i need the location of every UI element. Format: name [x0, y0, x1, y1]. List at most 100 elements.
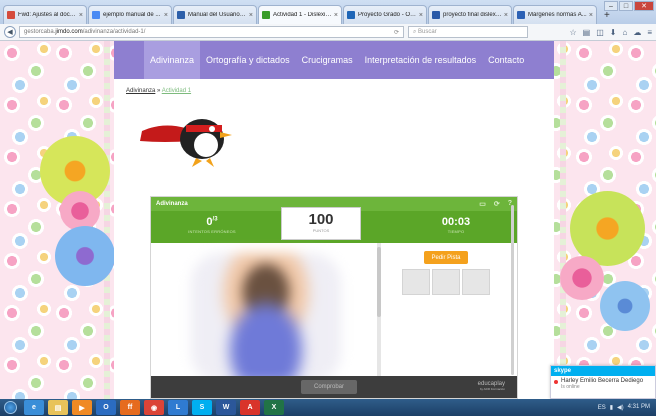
minimize-button[interactable]: –: [604, 1, 618, 11]
check-button[interactable]: Comprobar: [301, 380, 357, 394]
download-icon[interactable]: ⬇: [610, 28, 617, 37]
lync-icon[interactable]: L: [168, 400, 188, 415]
search-placeholder: Buscar: [418, 29, 437, 35]
browser-tab[interactable]: Márgenes normas A... ×: [513, 5, 597, 24]
site-nav-item[interactable]: Contacto: [482, 41, 530, 79]
penguin-superhero-image: [140, 119, 232, 167]
browser-tab-label: Márgenes normas A...: [528, 12, 587, 18]
pocket-icon[interactable]: ◫: [596, 28, 604, 37]
fullscreen-icon[interactable]: ▭: [479, 200, 486, 208]
decor-stripe-left: [104, 41, 110, 399]
browser-tab-label: ejemplo manual de ...: [103, 12, 161, 18]
close-tab-icon[interactable]: ×: [504, 12, 508, 19]
volume-icon[interactable]: ◀): [617, 404, 624, 411]
site-nav-item[interactable]: Ortografía y dictados: [200, 41, 296, 79]
system-tray: ES ▮ ◀) 4:31 PM: [594, 404, 656, 411]
browser-tab[interactable]: Actividad 1 - Dislexia... ×: [258, 5, 342, 24]
ie-icon[interactable]: e: [24, 400, 44, 415]
search-input[interactable]: ⌕ Buscar: [408, 26, 528, 38]
browser-tab[interactable]: Proyecto Grado - On... ×: [343, 5, 427, 24]
new-tab-button[interactable]: +: [598, 10, 616, 24]
skype-contact-status: Is online: [561, 384, 580, 390]
browser-tab-label: Proyecto Grado - On...: [358, 12, 417, 18]
close-tab-icon[interactable]: ×: [79, 12, 83, 19]
game-title: Adivinanza: [156, 201, 188, 207]
time-value: 00:03: [441, 216, 471, 228]
gmail-icon: [7, 11, 15, 19]
site-nav-item[interactable]: Interpretación de resultados: [359, 41, 483, 79]
docs-icon: [177, 11, 185, 19]
google-icon: [92, 11, 100, 19]
taskbar-apps: e ▤ ▶ Off ◉ L S W A X: [20, 400, 284, 415]
skype-ext-icon[interactable]: ☁: [633, 28, 641, 37]
answer-letter-slot[interactable]: [462, 269, 490, 295]
windows-taskbar: e ▤ ▶ Off ◉ L S W A X ES ▮ ◀) 4:31 PM: [0, 399, 656, 416]
start-button[interactable]: [0, 399, 20, 416]
browser-tab[interactable]: Manual del Usuario - ... ×: [173, 5, 257, 24]
educaplay-logo: educaplay by ADR Formación: [478, 381, 505, 391]
attempts-max: /3: [212, 216, 218, 223]
answer-letter-slot[interactable]: [432, 269, 460, 295]
url-bar[interactable]: gestorcaba. jimdo.com/adivinanza/activida…: [19, 26, 404, 38]
game-footer: Comprobar educaplay by ADR Formación: [151, 376, 517, 398]
menu-icon[interactable]: ≡: [647, 28, 652, 37]
skype-contact-name: Harley Emilio Becerra Dediego: [551, 376, 655, 384]
time-stat: 00:03 TIEMPO: [395, 211, 517, 243]
site-nav-item[interactable]: Crucigramas: [296, 41, 359, 79]
close-tab-icon[interactable]: ×: [334, 12, 338, 19]
reload-icon[interactable]: ⟳: [394, 29, 399, 36]
restart-icon[interactable]: ⟳: [494, 200, 500, 208]
skype-logo: skype: [551, 366, 655, 376]
word-icon: [432, 11, 440, 19]
word-icon[interactable]: W: [216, 400, 236, 415]
site-navigation: Adivinanza Ortografía y dictados Crucigram…: [114, 41, 554, 79]
browser-tab-label: proyecto final dislexi...: [443, 12, 502, 18]
clock[interactable]: 4:31 PM: [628, 404, 650, 411]
close-tab-icon[interactable]: ×: [249, 12, 253, 19]
flower-decoration: [60, 191, 100, 231]
site-nav-item[interactable]: Adivinanza: [144, 41, 201, 79]
breadcrumb-parent-link[interactable]: Adivinanza: [126, 88, 155, 94]
onedrive-icon: [347, 11, 355, 19]
brand-sub: by ADR Formación: [479, 387, 505, 391]
breadcrumb-current-link[interactable]: Actividad 1: [162, 88, 191, 94]
hint-button[interactable]: Pedir Pista: [424, 251, 468, 264]
url-path: /adivinanza/actividad-1/: [82, 29, 146, 35]
browser-tab[interactable]: Fwd: Ajustes al docu... ×: [3, 5, 87, 24]
browser-tab[interactable]: proyecto final dislexi... ×: [428, 5, 512, 24]
flower-decoration: [570, 191, 645, 266]
explorer-icon[interactable]: ▤: [48, 400, 68, 415]
answer-letter-slot[interactable]: [402, 269, 430, 295]
outlook-icon[interactable]: O: [96, 400, 116, 415]
score-label: PUNTOS: [312, 228, 330, 233]
browser-tab[interactable]: ejemplo manual de ... ×: [88, 5, 172, 24]
inner-scrollbar[interactable]: [377, 243, 381, 386]
maximize-button[interactable]: □: [619, 1, 633, 11]
back-button[interactable]: ◀: [4, 26, 16, 38]
close-tab-icon[interactable]: ×: [419, 12, 423, 19]
doc-icon: [517, 11, 525, 19]
widget-scrollbar[interactable]: [511, 205, 514, 375]
blurred-photo: [191, 253, 341, 383]
breadcrumb-separator: »: [157, 88, 161, 94]
flower-decoration: [560, 256, 604, 300]
language-indicator[interactable]: ES: [598, 405, 606, 411]
excel-icon[interactable]: X: [264, 400, 284, 415]
close-window-button[interactable]: ✕: [634, 1, 654, 11]
media-player-icon[interactable]: ▶: [72, 400, 92, 415]
pdf-icon[interactable]: A: [240, 400, 260, 415]
close-tab-icon[interactable]: ×: [164, 12, 168, 19]
score-bar: 0/3 INTENTOS ERRÓNEOS 00:03 TIEMPO 100 P…: [151, 207, 517, 243]
reading-list-icon[interactable]: ▤: [583, 28, 591, 37]
skype-icon[interactable]: S: [192, 400, 212, 415]
firefox-icon[interactable]: ff: [120, 400, 140, 415]
decor-stripe-right: [560, 41, 566, 399]
skype-notification[interactable]: skype Harley Emilio Becerra Dediego Is o…: [550, 365, 656, 399]
network-icon[interactable]: ▮: [610, 404, 613, 411]
url-prefix: gestorcaba.: [24, 29, 56, 35]
star-icon[interactable]: ☆: [569, 28, 576, 37]
home-icon[interactable]: ⌂: [622, 28, 627, 37]
attempts-stat: 0/3 INTENTOS ERRÓNEOS: [151, 211, 273, 243]
close-tab-icon[interactable]: ×: [589, 12, 593, 19]
chrome-icon[interactable]: ◉: [144, 400, 164, 415]
